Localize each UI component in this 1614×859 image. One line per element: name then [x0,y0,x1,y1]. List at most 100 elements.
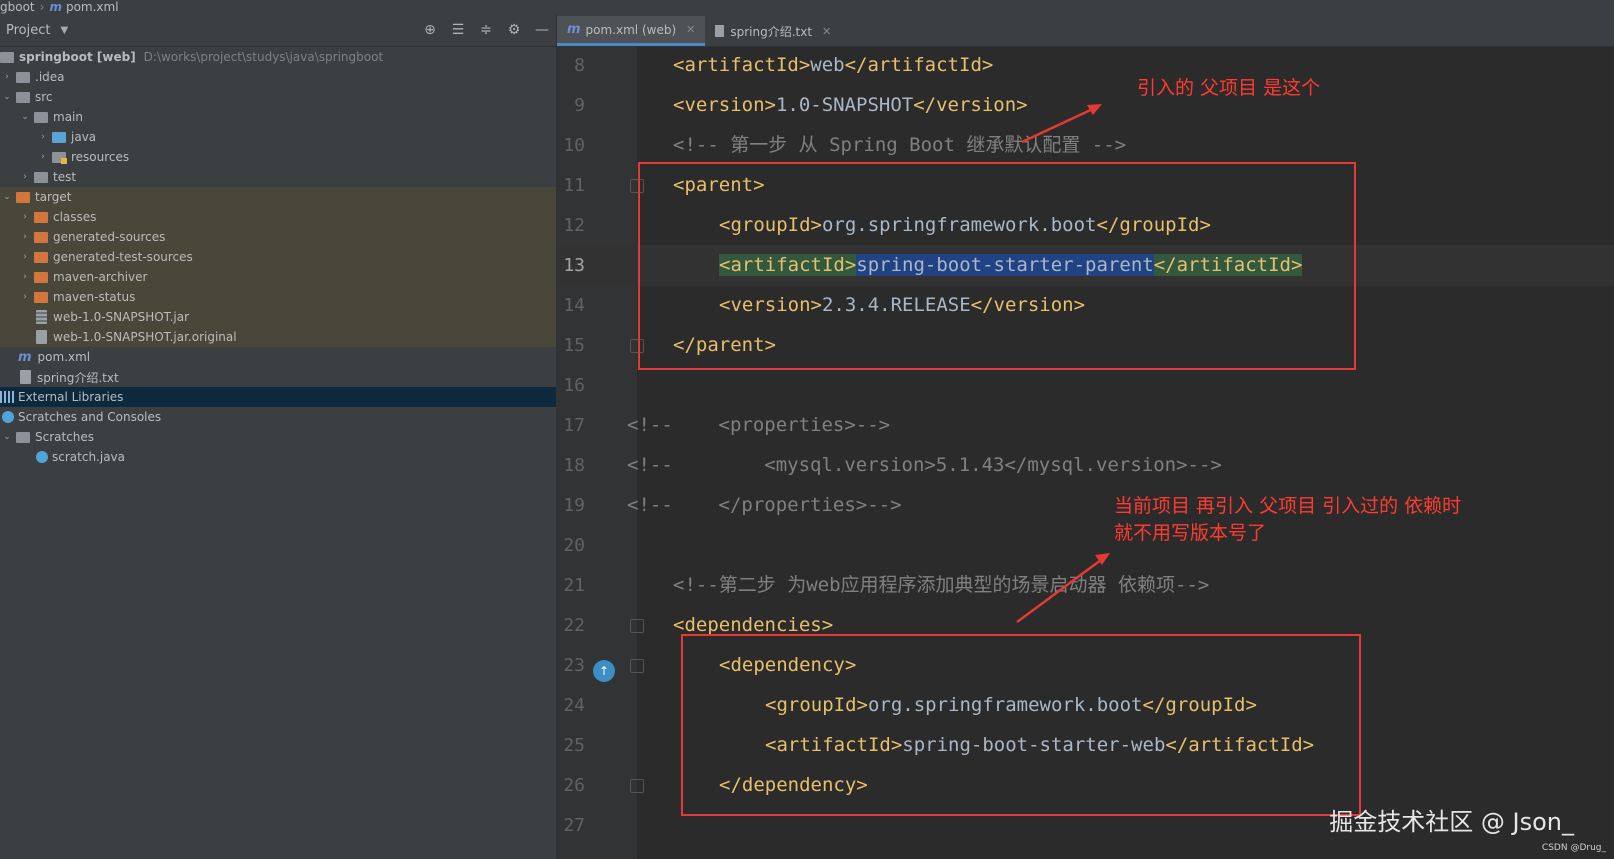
tree-item-scratch-java[interactable]: scratch.java [0,447,556,467]
chevron-down-icon[interactable]: ⌄ [2,92,12,102]
tree-item-pom[interactable]: m pom.xml [0,347,556,367]
tree-item-label: .idea [35,70,65,84]
collapse-all-icon[interactable]: ≑ [478,22,494,38]
folder-icon [16,91,30,103]
project-panel: Project ▼ ⊕ ☰ ≑ ⚙ — springboot [web] D:\… [0,14,557,859]
maven-file-icon: m [567,22,581,37]
maven-file-icon: m [18,349,32,365]
tree-item-scratches[interactable]: ⌄ Scratches [0,427,556,447]
archive-file-icon [36,330,47,344]
tree-item-maven-archiver[interactable]: › maven-archiver [0,267,556,287]
chevron-right-icon[interactable]: › [20,232,30,242]
tree-item-test[interactable]: › test [0,167,556,187]
excluded-folder-icon [34,231,48,243]
tree-item-jar[interactable]: web-1.0-SNAPSHOT.jar [0,307,556,327]
library-icon [0,391,14,403]
tree-item-external-libraries[interactable]: External Libraries [0,387,556,407]
chevron-right-icon[interactable]: › [20,272,30,282]
tree-item-target[interactable]: ⌄ target [0,187,556,207]
close-icon[interactable]: ✕ [822,25,831,38]
expand-all-icon[interactable]: ☰ [450,22,466,38]
maven-file-icon: m [49,0,62,14]
java-scratch-icon [36,451,48,463]
chevron-right-icon[interactable]: › [20,292,30,302]
tree-item-label: java [71,130,97,144]
text-file-icon [20,370,31,384]
chevron-down-icon[interactable]: ▼ [60,25,68,36]
tree-item-label: Scratches and Consoles [18,410,162,424]
tree-item-label: src [35,90,53,104]
source-folder-icon [52,131,66,143]
chevron-down-icon[interactable]: ⌄ [2,432,12,442]
tree-item-label: maven-status [53,290,136,304]
project-tree: springboot [web] D:\works\project\studys… [0,47,556,467]
tab-label: pom.xml (web) [585,22,677,37]
locate-icon[interactable]: ⊕ [422,22,438,38]
chevron-right-icon: › [39,0,45,14]
tab-pom-xml[interactable]: m pom.xml (web) ✕ [557,16,706,46]
tree-item-label: spring介绍.txt [37,370,119,385]
tree-item-jar-original[interactable]: web-1.0-SNAPSHOT.jar.original [0,327,556,347]
tree-item-label: springboot [web] [19,50,136,64]
chevron-down-icon[interactable]: ⌄ [20,112,30,122]
excluded-folder-icon [34,251,48,263]
tree-item-generated-test-sources[interactable]: › generated-test-sources [0,247,556,267]
excluded-folder-icon [34,291,48,303]
jar-file-icon [36,310,47,324]
tree-item-spring-txt[interactable]: spring介绍.txt [0,367,556,387]
tree-item-src[interactable]: ⌄ src [0,87,556,107]
chevron-right-icon[interactable]: › [38,152,48,162]
tree-item-resources[interactable]: › resources [0,147,556,167]
tree-item-label: main [53,110,83,124]
tree-item-label: target [35,190,72,204]
breadcrumb: gboot › m pom.xml [0,0,1614,14]
watermark: 掘金技术社区 @ Json_ [1329,808,1574,836]
tree-item-java[interactable]: › java [0,127,556,147]
tab-spring-txt[interactable]: spring介绍.txt ✕ [705,16,841,46]
annotation-text-bottom-1: 当前项目 再引入 父项目 引入过的 依赖时 [1114,495,1462,517]
tree-item-label: classes [53,210,97,224]
tree-item-label: resources [71,150,130,164]
annotation-text-bottom-2: 就不用写版本号了 [1114,522,1267,544]
minimize-icon[interactable]: — [534,22,550,38]
tree-item-label: Scratches [35,430,95,444]
tree-item-classes[interactable]: › classes [0,207,556,227]
tree-item-generated-sources[interactable]: › generated-sources [0,227,556,247]
chevron-right-icon[interactable]: › [20,172,30,182]
tree-item-label: pom.xml [37,350,91,364]
chevron-down-icon[interactable]: ⌄ [2,192,12,202]
tree-item-label: scratch.java [52,450,126,464]
tree-item-label: External Libraries [18,390,124,404]
chevron-right-icon[interactable]: › [20,212,30,222]
tree-item-scratches-consoles[interactable]: Scratches and Consoles [0,407,556,427]
close-icon[interactable]: ✕ [686,23,695,36]
tree-item-idea[interactable]: › .idea [0,67,556,87]
folder-icon [34,171,48,183]
resources-folder-icon [52,151,67,164]
breadcrumb-file[interactable]: pom.xml [66,1,119,13]
folder-icon [16,71,30,83]
text-file-icon [715,25,725,37]
excluded-folder-icon [16,191,30,203]
chevron-right-icon[interactable]: › [20,252,30,262]
project-view-selector[interactable]: Project [6,23,50,38]
tree-item-root[interactable]: springboot [web] D:\works\project\studys… [0,47,556,67]
excluded-folder-icon [34,271,48,283]
gear-icon[interactable]: ⚙ [506,22,522,38]
module-folder-icon [0,51,14,63]
annotation-text-top: 引入的 父项目 是这个 [1137,77,1321,99]
tree-item-label: web-1.0-SNAPSHOT.jar.original [53,330,237,344]
project-panel-header: Project ▼ ⊕ ☰ ≑ ⚙ — [0,14,556,47]
chevron-right-icon[interactable]: › [38,132,48,142]
tree-item-label: generated-test-sources [53,250,193,264]
tree-item-maven-status[interactable]: › maven-status [0,287,556,307]
tree-item-label: web-1.0-SNAPSHOT.jar [53,310,190,324]
tree-item-main[interactable]: ⌄ main [0,107,556,127]
code-editor[interactable]: 8 <artifactId>web</artifactId> 9 <version>1… [557,47,1614,859]
breadcrumb-root[interactable]: gboot [0,1,35,13]
annotation-arrows [1016,104,1110,624]
editor-tab-bar: m pom.xml (web) ✕ spring介绍.txt ✕ [557,14,1614,47]
scratches-icon [2,411,14,423]
chevron-right-icon[interactable]: › [2,72,12,82]
tree-item-label: test [53,170,77,184]
